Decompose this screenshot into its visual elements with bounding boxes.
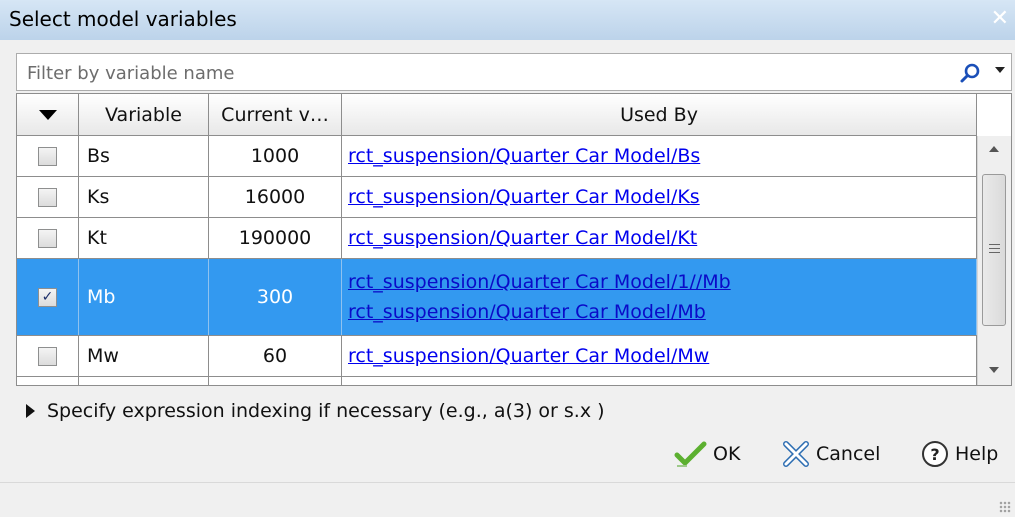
table-row-partial [17,377,977,385]
current-value: 1000 [209,136,342,176]
table-row[interactable]: Mw 60 rct_suspension/Quarter Car Model/M… [17,336,977,377]
row-checkbox-cell [17,177,79,217]
table-row-selected[interactable]: ✓ Mb 300 rct_suspension/Quarter Car Mode… [17,259,977,336]
current-value: 60 [209,336,342,376]
row-checkbox-cell [17,336,79,376]
used-by-link[interactable]: rct_suspension/Quarter Car Model/Mw [348,341,709,371]
grip-lines-icon [989,244,1000,245]
table-row[interactable]: Ks 16000 rct_suspension/Quarter Car Mode… [17,177,977,218]
checkmark-icon [674,441,707,467]
table-row[interactable]: Kt 190000 rct_suspension/Quarter Car Mod… [17,218,977,259]
scrollbar-thumb[interactable] [982,174,1006,326]
row-checkbox[interactable] [38,228,57,248]
row-checkbox-cell [17,218,79,258]
used-by-link[interactable]: rct_suspension/Quarter Car Model/Kt [348,223,697,253]
row-checkbox-checked[interactable]: ✓ [38,287,57,307]
expression-indexing-expander[interactable]: Specify expression indexing if necessary… [26,400,605,422]
table-row[interactable]: Bs 1000 rct_suspension/Quarter Car Model… [17,136,977,177]
empty-cell [342,377,977,385]
search-icon[interactable] [959,62,981,84]
svg-text:?: ? [930,445,939,464]
row-checkbox[interactable] [38,187,57,207]
select-model-variables-dialog: Select model variables ✕ Variable Curren… [0,0,1015,517]
current-value-column-header[interactable]: Current v… [209,94,342,136]
used-by-link[interactable]: rct_suspension/Quarter Car Model/Mb [348,297,706,327]
row-checkbox[interactable] [38,346,57,366]
used-by-cell: rct_suspension/Quarter Car Model/Kt [342,218,977,258]
table-header: Variable Current v… Used By [17,94,977,136]
help-label: Help [955,443,999,465]
empty-cell [209,377,342,385]
current-value: 16000 [209,177,342,217]
used-by-cell: rct_suspension/Quarter Car Model/Mw [342,336,977,376]
scroll-up-arrow-icon[interactable] [989,146,999,152]
help-button[interactable]: ? Help [919,437,998,471]
select-all-column-header[interactable] [17,94,79,136]
close-icon[interactable]: ✕ [991,6,1009,32]
current-value: 300 [209,259,342,335]
vertical-scrollbar[interactable] [977,136,1011,385]
row-checkbox-cell [17,136,79,176]
resize-grip-icon[interactable] [999,501,1011,513]
used-by-link[interactable]: rct_suspension/Quarter Car Model/Ks [348,182,700,212]
used-by-column-header[interactable]: Used By [342,94,977,136]
used-by-cell: rct_suspension/Quarter Car Model/Bs [342,136,977,176]
expander-label[interactable]: Specify expression indexing if necessary… [47,400,605,422]
variable-name: Kt [79,218,209,258]
help-question-icon: ? [922,441,948,467]
ok-button[interactable]: OK [673,437,740,471]
filter-dropdown-caret-icon[interactable] [995,67,1005,73]
cancel-x-icon [783,441,809,467]
empty-cell [79,377,209,385]
cancel-label: Cancel [816,443,881,465]
expand-triangle-icon[interactable] [26,404,35,418]
triangle-down-icon[interactable] [38,109,57,120]
filter-input[interactable] [25,58,929,88]
ok-label: OK [713,443,741,465]
used-by-cell: rct_suspension/Quarter Car Model/Ks [342,177,977,217]
used-by-link[interactable]: rct_suspension/Quarter Car Model/1//Mb [348,267,731,297]
variables-table: Variable Current v… Used By Bs 1000 rct_… [16,93,1012,386]
current-value: 190000 [209,218,342,258]
variable-name: Ks [79,177,209,217]
status-bar [0,482,1015,517]
row-checkbox-cell [17,377,79,385]
used-by-link[interactable]: rct_suspension/Quarter Car Model/Bs [348,141,700,171]
title-bar: Select model variables ✕ [0,0,1015,40]
scroll-down-arrow-icon[interactable] [989,367,999,373]
row-checkbox-cell: ✓ [17,259,79,335]
variable-column-header[interactable]: Variable [79,94,209,136]
filter-box [16,53,1012,91]
variable-name: Mb [79,259,209,335]
variable-name: Bs [79,136,209,176]
cancel-button[interactable]: Cancel [780,437,880,471]
variable-name: Mw [79,336,209,376]
row-checkbox[interactable] [38,146,57,166]
used-by-cell: rct_suspension/Quarter Car Model/1//Mb r… [342,259,977,335]
table-body: Bs 1000 rct_suspension/Quarter Car Model… [17,136,977,385]
dialog-title: Select model variables [9,7,237,31]
